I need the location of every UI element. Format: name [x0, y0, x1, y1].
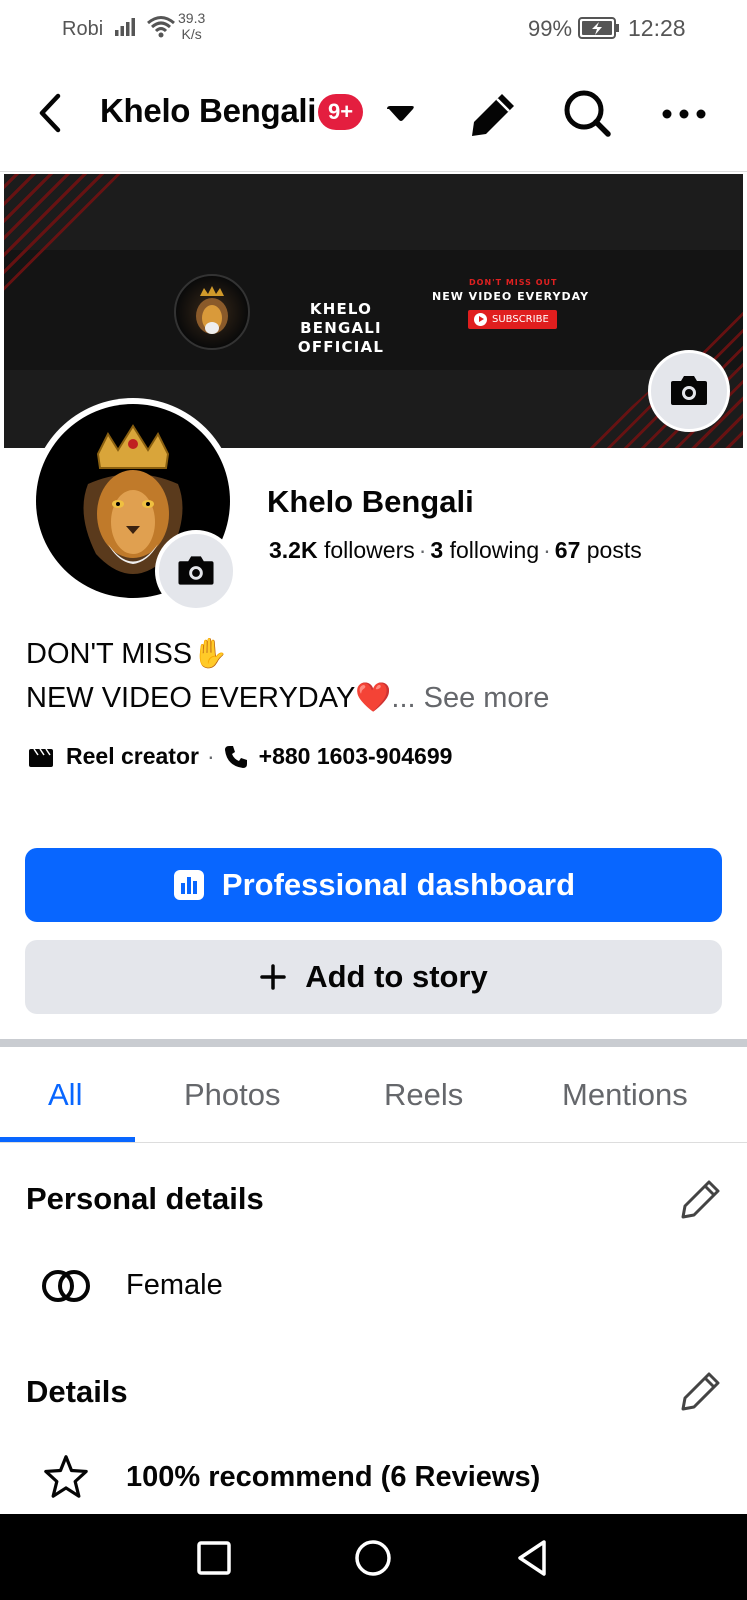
back-nav-icon[interactable] [508, 1534, 556, 1582]
battery-percent: 99% [528, 16, 573, 41]
cover-brand-line1: KHELO BENGALI [300, 300, 382, 337]
back-arrow-icon[interactable] [30, 88, 70, 138]
home-icon[interactable] [349, 1534, 397, 1582]
separator-dot: · [543, 537, 551, 563]
carrier-label: Robi [62, 18, 104, 40]
profile-phone[interactable]: +880 1603-904699 [259, 743, 453, 770]
recent-apps-icon[interactable] [190, 1534, 238, 1582]
recommendation-value[interactable]: 100% recommend (6 Reviews) [126, 1461, 540, 1494]
active-tab-indicator [0, 1137, 135, 1142]
page-title: Khelo Bengali [100, 92, 317, 129]
tab-reels[interactable]: Reels [384, 1077, 463, 1113]
tab-mentions[interactable]: Mentions [562, 1077, 688, 1113]
camera-icon [178, 556, 214, 585]
add-to-story-label: Add to story [305, 959, 488, 994]
posts-count: 67 [554, 537, 581, 563]
professional-dashboard-label: Professional dashboard [221, 867, 576, 902]
status-bar: Robi 39.3 K/s 99% 12:28 [0, 0, 747, 60]
gender-icon [42, 1270, 90, 1302]
profile-name: Khelo Bengali [267, 484, 474, 519]
cover-lion-logo [174, 274, 250, 350]
more-options-icon[interactable] [656, 86, 712, 142]
cover-brand-line2: OFFICIAL [297, 338, 385, 356]
section-divider [0, 1039, 747, 1047]
top-app-bar: Khelo Bengali 9+ [0, 60, 747, 172]
star-icon [44, 1455, 88, 1498]
pencil-icon[interactable] [466, 86, 522, 142]
following-count: 3 [430, 537, 444, 563]
network-speed-value: 39.3 [178, 10, 206, 26]
battery-charging-icon [578, 17, 619, 39]
profile-stats: 3.2K followers · 3 following · 67 posts [269, 537, 642, 564]
cover-brand-text: KHELO BENGALI OFFICIAL [266, 300, 416, 357]
edit-details-icon[interactable] [678, 1368, 724, 1414]
dashboard-chart-icon [173, 870, 204, 900]
cover-tagline-small: DON'T MISS OUT [469, 278, 558, 287]
profile-meta: Reel creator · +880 1603-904699 [28, 743, 452, 770]
profile-category: Reel creator [66, 743, 199, 769]
followers-count: 3.2K [269, 537, 318, 563]
gender-value: Female [126, 1269, 223, 1301]
followers-link[interactable]: 3.2K followers [269, 537, 415, 563]
profile-tabs: All Photos Reels Mentions [0, 1047, 747, 1143]
tab-all[interactable]: All [48, 1077, 82, 1113]
notification-badge[interactable]: 9+ [318, 94, 364, 130]
cover-subscribe-graphic: SUBSCRIBE [468, 310, 557, 329]
edit-cover-button[interactable] [648, 350, 730, 432]
tab-photos[interactable]: Photos [184, 1077, 281, 1113]
phone-icon [224, 745, 247, 768]
see-more-link[interactable]: ... See more [391, 682, 549, 714]
caret-down-icon[interactable] [384, 100, 418, 130]
add-to-story-button[interactable]: Add to story [25, 940, 722, 1014]
search-icon[interactable] [560, 86, 616, 142]
following-link[interactable]: 3 following [430, 537, 539, 563]
signal-icon [115, 18, 135, 36]
separator-dot: · [418, 537, 427, 563]
personal-details-title: Personal details [26, 1181, 264, 1216]
bio-line-2: NEW VIDEO EVERYDAY❤️ [26, 682, 392, 714]
plus-icon [260, 964, 286, 990]
lion-icon [196, 286, 228, 334]
professional-dashboard-button[interactable]: Professional dashboard [25, 848, 722, 922]
bio-line-1: DON'T MISS✋ [26, 638, 229, 670]
edit-avatar-button[interactable] [155, 530, 237, 612]
clock: 12:28 [628, 15, 686, 41]
system-navigation-bar [0, 1514, 747, 1600]
profile-bio: DON'T MISS✋ NEW VIDEO EVERYDAY❤️... See … [26, 632, 549, 720]
posts-link[interactable]: 67 posts [555, 537, 642, 563]
edit-personal-details-icon[interactable] [678, 1176, 724, 1222]
network-speed-unit: K/s [181, 26, 202, 42]
following-label: following [449, 537, 540, 563]
wifi-icon [147, 16, 175, 38]
network-speed: 39.3 K/s [178, 10, 205, 42]
camera-icon [671, 376, 707, 405]
followers-label: followers [323, 537, 415, 563]
cover-tagline: NEW VIDEO EVERYDAY [432, 290, 590, 303]
details-title: Details [26, 1374, 128, 1409]
reel-icon [29, 748, 53, 767]
separator-dot: · [206, 743, 215, 769]
posts-label: posts [586, 537, 642, 563]
